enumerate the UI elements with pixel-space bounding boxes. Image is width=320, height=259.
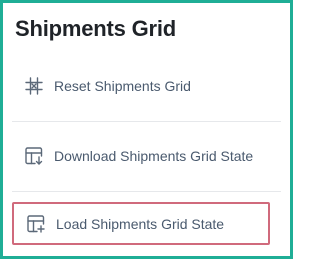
- menu-item-label: Reset Shipments Grid: [54, 78, 191, 94]
- grid-download-icon: [24, 146, 44, 166]
- divider: [12, 191, 281, 192]
- menu-item-label: Load Shipments Grid State: [56, 215, 225, 232]
- download-shipments-grid-state-menu-item[interactable]: Download Shipments Grid State: [12, 136, 270, 176]
- divider: [12, 121, 281, 122]
- panel-title: Shipments Grid: [15, 16, 176, 41]
- shipments-grid-menu-panel: Shipments Grid Reset Shipments Grid Down…: [0, 0, 293, 259]
- load-shipments-grid-state-menu-item[interactable]: Load Shipments Grid State: [12, 202, 270, 245]
- grid-load-icon: [26, 214, 46, 234]
- reset-shipments-grid-menu-item[interactable]: Reset Shipments Grid: [12, 66, 270, 106]
- menu-item-label: Download Shipments Grid State: [54, 148, 254, 164]
- grid-reset-icon: [24, 76, 44, 96]
